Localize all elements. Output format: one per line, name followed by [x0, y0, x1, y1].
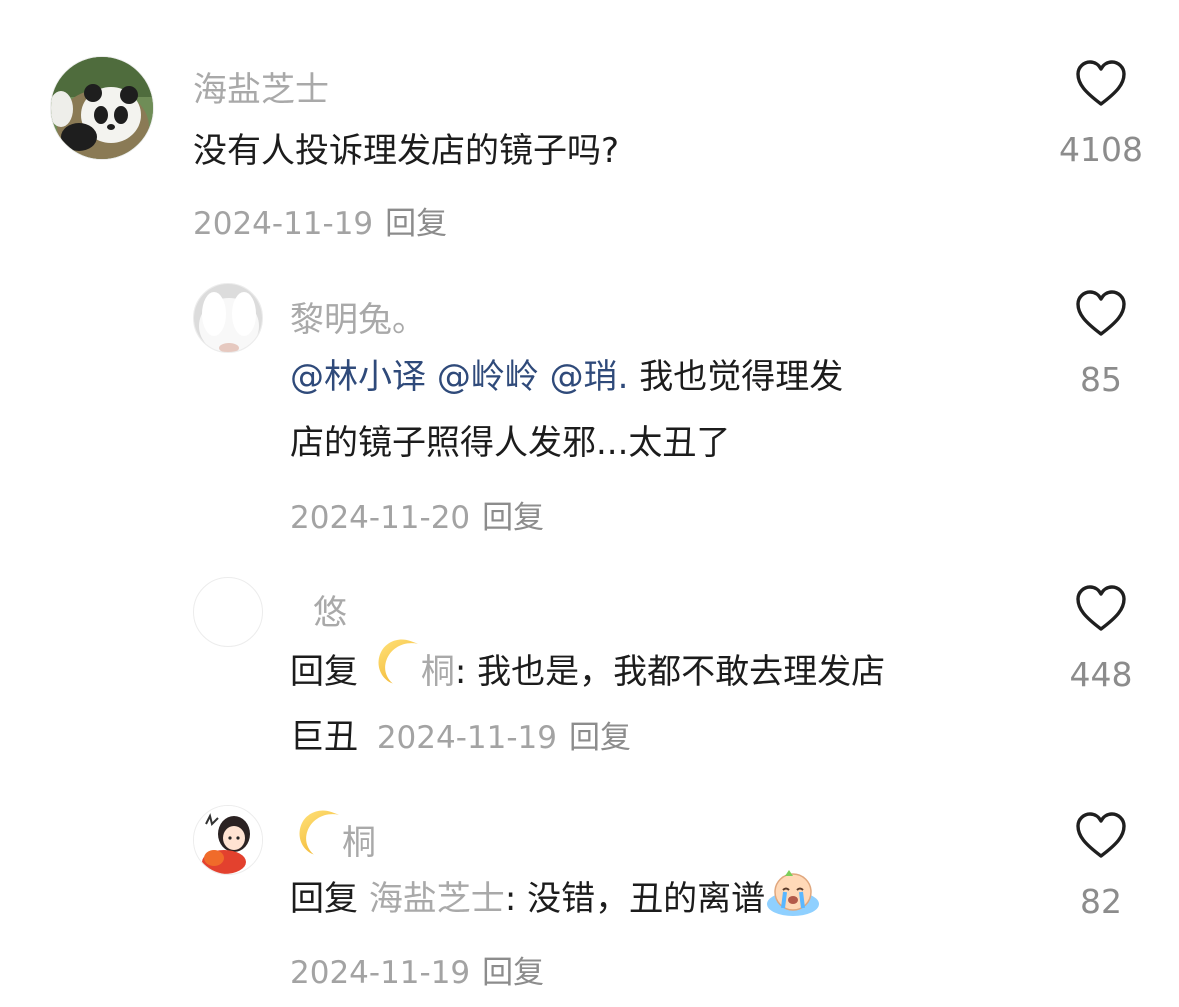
reply-button[interactable]: 回复 [482, 955, 544, 991]
crying-face-icon [765, 868, 821, 940]
crescent-moon-icon [290, 808, 342, 869]
heart-outline-icon [1076, 812, 1126, 858]
username-line: 桐 [290, 808, 376, 869]
comment-meta: 2024-11-19 回复 [290, 947, 544, 992]
reply-to-user[interactable]: 海盐芝士 [369, 879, 505, 919]
like-count: 82 [1080, 882, 1122, 921]
comment-item: 桐 回复 海盐芝士: 没错，丑的离谱 2024-11-19 回复 82 [0, 0, 1179, 1007]
reply-prefix: 回复 [290, 879, 358, 919]
girl-cartoon-avatar[interactable] [193, 805, 263, 875]
username[interactable]: 桐 [342, 823, 376, 863]
girl-avatar-image [194, 806, 262, 874]
comment-text: : 没错，丑的离谱 [504, 879, 766, 919]
like-button[interactable]: 82 [1051, 812, 1151, 921]
comment-date: 2024-11-19 [290, 955, 471, 991]
comment-text-line: 回复 海盐芝士: 没错，丑的离谱 [290, 866, 821, 940]
